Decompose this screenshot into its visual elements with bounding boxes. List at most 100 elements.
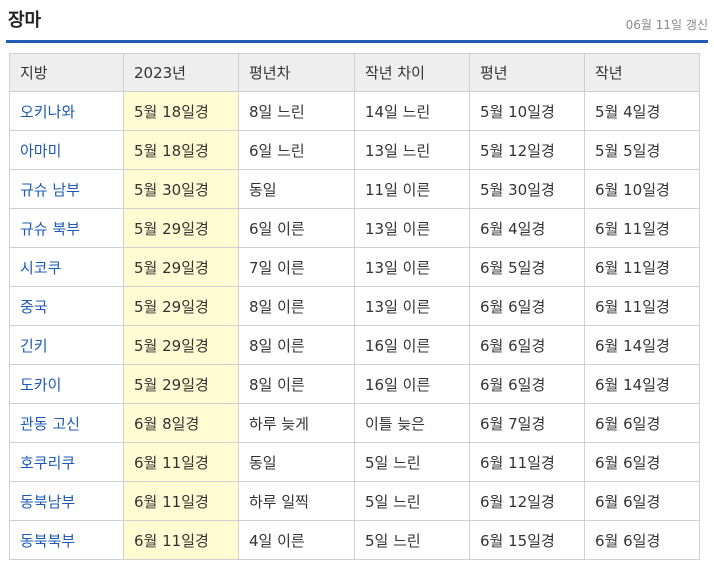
- normal-cell: 6월 11일경: [469, 442, 585, 482]
- date-2023-cell: 6월 11일경: [123, 520, 239, 560]
- vs-normal-cell: 6일 느린: [238, 130, 355, 170]
- column-header-vs-last-year: 작년 차이: [354, 53, 470, 92]
- region-link[interactable]: 아마미: [20, 142, 61, 160]
- table-row: 시코쿠 5월 29일경 7일 이른 13일 이른 6월 5일경 6월 11일경: [9, 247, 700, 287]
- table-row: 동북북부 6월 11일경 4일 이른 5일 느린 6월 15일경 6월 6일경: [9, 520, 700, 560]
- region-link[interactable]: 호쿠리쿠: [20, 454, 75, 472]
- date-2023-cell: 5월 29일경: [123, 247, 239, 287]
- region-link[interactable]: 동북북부: [20, 532, 75, 550]
- table-row: 동북남부 6월 11일경 하루 일찍 5일 느린 6월 12일경 6월 6일경: [9, 481, 700, 521]
- date-2023-cell: 5월 18일경: [123, 91, 239, 131]
- vs-normal-cell: 7일 이른: [238, 247, 355, 287]
- vs-last-year-cell: 16일 이른: [354, 325, 470, 365]
- vs-normal-cell: 동일: [238, 169, 355, 209]
- date-2023-cell: 5월 29일경: [123, 208, 239, 248]
- vs-last-year-cell: 11일 이른: [354, 169, 470, 209]
- last-year-cell: 6월 14일경: [584, 364, 700, 404]
- region-link[interactable]: 오키나와: [20, 103, 75, 121]
- date-2023-cell: 6월 11일경: [123, 481, 239, 521]
- region-link[interactable]: 동북남부: [20, 493, 75, 511]
- region-cell: 관동 고신: [9, 403, 124, 443]
- region-link[interactable]: 시코쿠: [20, 259, 61, 277]
- vs-normal-cell: 하루 일찍: [238, 481, 355, 521]
- date-2023-cell: 5월 30일경: [123, 169, 239, 209]
- date-2023-cell: 5월 29일경: [123, 364, 239, 404]
- vs-normal-cell: 동일: [238, 442, 355, 482]
- region-cell: 도카이: [9, 364, 124, 404]
- normal-cell: 6월 15일경: [469, 520, 585, 560]
- column-header-region: 지방: [9, 53, 124, 92]
- last-year-cell: 6월 6일경: [584, 442, 700, 482]
- region-cell: 시코쿠: [9, 247, 124, 287]
- region-link[interactable]: 중국: [20, 298, 48, 316]
- vs-last-year-cell: 14일 느린: [354, 91, 470, 131]
- region-cell: 동북남부: [9, 481, 124, 521]
- vs-last-year-cell: 5일 느린: [354, 520, 470, 560]
- region-cell: 규슈 남부: [9, 169, 124, 209]
- region-cell: 아마미: [9, 130, 124, 170]
- normal-cell: 6월 6일경: [469, 325, 585, 365]
- region-cell: 동북북부: [9, 520, 124, 560]
- region-link[interactable]: 관동 고신: [20, 415, 80, 433]
- normal-cell: 5월 12일경: [469, 130, 585, 170]
- table-row: 오키나와 5월 18일경 8일 느린 14일 느린 5월 10일경 5월 4일경: [9, 91, 700, 131]
- column-header-vs-normal: 평년차: [238, 53, 355, 92]
- vs-last-year-cell: 5일 느린: [354, 442, 470, 482]
- last-year-cell: 6월 10일경: [584, 169, 700, 209]
- region-cell: 중국: [9, 286, 124, 326]
- last-year-cell: 6월 6일경: [584, 520, 700, 560]
- vs-last-year-cell: 13일 이른: [354, 286, 470, 326]
- table-row: 규슈 남부 5월 30일경 동일 11일 이른 5월 30일경 6월 10일경: [9, 169, 700, 209]
- vs-normal-cell: 6일 이른: [238, 208, 355, 248]
- region-link[interactable]: 규슈 북부: [20, 220, 80, 238]
- normal-cell: 6월 6일경: [469, 364, 585, 404]
- normal-cell: 6월 5일경: [469, 247, 585, 287]
- vs-normal-cell: 8일 이른: [238, 325, 355, 365]
- table-row: 긴키 5월 29일경 8일 이른 16일 이른 6월 6일경 6월 14일경: [9, 325, 700, 365]
- normal-cell: 5월 10일경: [469, 91, 585, 131]
- last-year-cell: 6월 6일경: [584, 481, 700, 521]
- vs-last-year-cell: 5일 느린: [354, 481, 470, 521]
- date-2023-cell: 5월 29일경: [123, 325, 239, 365]
- date-2023-cell: 5월 18일경: [123, 130, 239, 170]
- region-link[interactable]: 규슈 남부: [20, 181, 80, 199]
- normal-cell: 6월 7일경: [469, 403, 585, 443]
- vs-last-year-cell: 13일 느린: [354, 130, 470, 170]
- last-year-cell: 6월 14일경: [584, 325, 700, 365]
- region-link[interactable]: 도카이: [20, 376, 61, 394]
- vs-normal-cell: 4일 이른: [238, 520, 355, 560]
- vs-last-year-cell: 13일 이른: [354, 247, 470, 287]
- table-body: 오키나와 5월 18일경 8일 느린 14일 느린 5월 10일경 5월 4일경아마미 5월…: [9, 91, 700, 560]
- date-2023-cell: 5월 29일경: [123, 286, 239, 326]
- date-2023-cell: 6월 11일경: [123, 442, 239, 482]
- table-header-row: 지방 2023년 평년차 작년 차이 평년 작년: [9, 53, 700, 92]
- section-header: 장마 06월 11일 갱신: [6, 0, 708, 43]
- normal-cell: 6월 6일경: [469, 286, 585, 326]
- region-cell: 긴키: [9, 325, 124, 365]
- column-header-2023: 2023년: [123, 53, 239, 92]
- vs-last-year-cell: 이틀 늦은: [354, 403, 470, 443]
- table-row: 아마미 5월 18일경 6일 느린 13일 느린 5월 12일경 5월 5일경: [9, 130, 700, 170]
- updated-timestamp: 06월 11일 갱신: [625, 18, 708, 32]
- column-header-normal: 평년: [469, 53, 585, 92]
- vs-normal-cell: 8일 느린: [238, 91, 355, 131]
- vs-normal-cell: 8일 이른: [238, 286, 355, 326]
- table-row: 도카이 5월 29일경 8일 이른 16일 이른 6월 6일경 6월 14일경: [9, 364, 700, 404]
- region-cell: 오키나와: [9, 91, 124, 131]
- date-2023-cell: 6월 8일경: [123, 403, 239, 443]
- page-title: 장마: [8, 10, 42, 31]
- table-row: 규슈 북부 5월 29일경 6일 이른 13일 이른 6월 4일경 6월 11일경: [9, 208, 700, 248]
- table-row: 중국 5월 29일경 8일 이른 13일 이른 6월 6일경 6월 11일경: [9, 286, 700, 326]
- last-year-cell: 5월 5일경: [584, 130, 700, 170]
- vs-normal-cell: 하루 늦게: [238, 403, 355, 443]
- region-cell: 호쿠리쿠: [9, 442, 124, 482]
- table-row: 호쿠리쿠 6월 11일경 동일 5일 느린 6월 11일경 6월 6일경: [9, 442, 700, 482]
- column-header-last-year: 작년: [584, 53, 700, 92]
- last-year-cell: 6월 11일경: [584, 208, 700, 248]
- region-cell: 규슈 북부: [9, 208, 124, 248]
- region-link[interactable]: 긴키: [20, 337, 48, 355]
- last-year-cell: 5월 4일경: [584, 91, 700, 131]
- vs-last-year-cell: 16일 이른: [354, 364, 470, 404]
- table-row: 관동 고신 6월 8일경 하루 늦게 이틀 늦은 6월 7일경 6월 6일경: [9, 403, 700, 443]
- normal-cell: 6월 12일경: [469, 481, 585, 521]
